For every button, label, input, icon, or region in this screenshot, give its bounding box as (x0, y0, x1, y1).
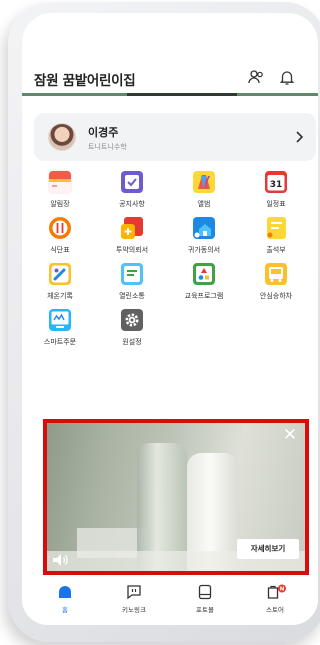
shapes-icon (192, 262, 216, 286)
menu-item-attendance[interactable]: 출석부 (248, 216, 304, 255)
attendance-icon (264, 216, 288, 240)
menu-item-album[interactable]: 앨범 (176, 170, 232, 209)
bottom-tab-bar: 홈 키노링크 포토몰 N 스토어 (22, 578, 318, 625)
close-icon[interactable]: ✕ (283, 427, 297, 444)
utensils-icon (48, 216, 72, 240)
calendar-icon: 31 (264, 170, 288, 194)
menu-item-education-program[interactable]: 교육프로그램 (176, 262, 232, 301)
menu-item-open-communication[interactable]: 열린소통 (104, 262, 160, 301)
menu-item-school-settings[interactable]: 원설정 (104, 308, 160, 347)
menu-item-meal-plan[interactable]: 식단표 (32, 216, 88, 255)
checkbox-icon (120, 170, 144, 194)
menu-item-medication-request[interactable]: 투약의뢰서 (104, 216, 160, 255)
svg-text:31: 31 (270, 180, 283, 190)
home-return-icon (192, 216, 216, 240)
child-name: 이경주 (88, 126, 119, 139)
album-icon (192, 170, 216, 194)
settings-icon (120, 308, 144, 332)
menu-item-schedule[interactable]: 31 일정표 (248, 170, 304, 209)
menu-item-pickup-consent[interactable]: 귀가동의서 (176, 216, 232, 255)
bell-icon[interactable] (278, 68, 296, 86)
medicine-icon (120, 216, 144, 240)
smart-order-icon (48, 308, 72, 332)
tab-home[interactable]: 홈 (40, 584, 90, 614)
menu-item-announcements[interactable]: 공지사항 (104, 170, 160, 209)
home-icon (57, 584, 73, 600)
app-screen: 잠원 꿈밭어린이집 이경주 트니트니수학 알림장 공지사항 앨범 31 일정표 … (22, 13, 318, 625)
menu-item-smart-order[interactable]: 스마트주문 (32, 308, 88, 347)
banner-strip-dark (127, 93, 237, 96)
avatar (48, 123, 76, 151)
tab-kinolink[interactable]: 키노링크 (109, 584, 159, 614)
photo-mall-icon (197, 584, 213, 600)
menu-item-notice-book[interactable]: 알림장 (32, 170, 88, 209)
ad-details-button[interactable]: 자세히보기 (237, 539, 299, 559)
speaker-icon[interactable] (52, 552, 70, 566)
page-title: 잠원 꿈밭어린이집 (34, 73, 136, 89)
tab-store[interactable]: N 스토어 (250, 584, 300, 614)
ad-banner[interactable]: ✕ 자세히보기 (43, 419, 309, 575)
tab-photo-mall[interactable]: 포토몰 (180, 584, 230, 614)
menu-item-temperature-log[interactable]: 체온기록 (32, 262, 88, 301)
bus-icon (264, 262, 288, 286)
notebook-icon (48, 170, 72, 194)
new-badge: N (280, 587, 285, 593)
chat-board-icon (120, 262, 144, 286)
chevron-right-icon (290, 128, 308, 146)
thermometer-icon (48, 262, 72, 286)
child-profile-card[interactable]: 이경주 트니트니수학 (34, 113, 316, 161)
menu-item-safe-bus[interactable]: 안심승하차 (248, 262, 304, 301)
people-icon[interactable] (247, 68, 265, 86)
store-icon: N (267, 584, 286, 600)
kinolink-icon (126, 584, 142, 600)
child-class: 트니트니수학 (88, 143, 127, 151)
